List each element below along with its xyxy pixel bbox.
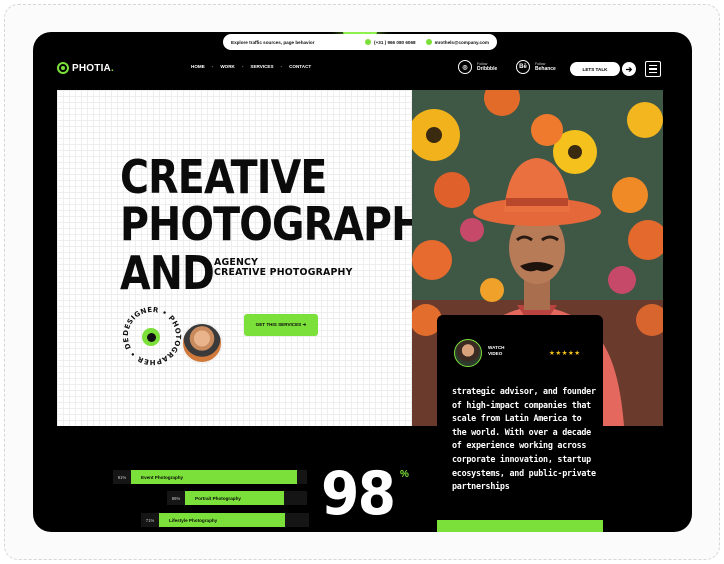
hero-subtitle-line-2: CREATIVE PHOTOGRAPHY bbox=[214, 267, 353, 279]
reviewer-avatar bbox=[454, 339, 482, 367]
rotating-badge[interactable]: DESIGNER • PHOTOGRAPHER • DESIGNER • bbox=[120, 304, 223, 366]
rating-stars-icon: ★★★★★ bbox=[549, 350, 581, 357]
hamburger-menu-icon[interactable] bbox=[645, 61, 661, 77]
stat-suffix: % bbox=[400, 469, 409, 480]
skill-percent: 86% bbox=[167, 491, 185, 505]
nav-item-work[interactable]: WORK bbox=[220, 64, 235, 69]
hero-panel: CREATIVE PHOTOGRAPHY AND AGENCY CREATIVE… bbox=[57, 90, 452, 426]
nav-separator: - bbox=[280, 64, 283, 69]
nav-item-contact[interactable]: CONTACT bbox=[289, 64, 311, 69]
hero-title-line-1: CREATIVE bbox=[120, 150, 327, 204]
skill-track: Lifestyle Photography bbox=[159, 513, 309, 527]
skill-label: Lifestyle Photography bbox=[169, 517, 218, 523]
photographer-avatar bbox=[181, 322, 223, 364]
skill-label: Event Photography bbox=[141, 474, 184, 480]
main-nav: HOME - WORK - SERVICES - CONTACT bbox=[191, 64, 311, 69]
skill-fill: Portrait Photography bbox=[185, 491, 284, 505]
brand-dot: . bbox=[110, 62, 114, 74]
skill-percent: 71% bbox=[141, 513, 159, 527]
play-icon[interactable] bbox=[142, 328, 160, 346]
hero-title-line-2: PHOTOGRAPHY bbox=[120, 197, 452, 251]
nav-item-home[interactable]: HOME bbox=[191, 64, 205, 69]
arrow-right-icon[interactable]: ➔ bbox=[622, 62, 636, 76]
brand-name: PHOTIA bbox=[72, 62, 111, 74]
testimonial-quote: strategic advisor, and founder of high-i… bbox=[452, 386, 596, 492]
card-accent-strip bbox=[437, 520, 603, 532]
website-preview: Explore traffic sources, page behavior (… bbox=[33, 32, 692, 532]
email-address: mrothels@company.com bbox=[434, 39, 489, 45]
nav-separator: - bbox=[211, 64, 214, 69]
follow-dribbble[interactable]: ◎ Follow Dribbble bbox=[458, 60, 497, 74]
email-link[interactable]: mrothels@company.com bbox=[425, 39, 489, 45]
skill-bar-portrait: 86% Portrait Photography bbox=[167, 491, 307, 505]
hero-title-line-3: AND bbox=[120, 246, 215, 300]
hero-subtitle: AGENCY CREATIVE PHOTOGRAPHY bbox=[214, 257, 353, 279]
logo[interactable]: PHOTIA. bbox=[57, 62, 114, 74]
aperture-icon bbox=[57, 62, 69, 74]
nav-item-services[interactable]: SERVICES bbox=[250, 64, 273, 69]
mail-icon bbox=[425, 39, 432, 45]
phone-link[interactable]: (+31 ) 966 080 6068 bbox=[365, 39, 416, 45]
lets-talk-button[interactable]: LETS TALK bbox=[570, 62, 620, 76]
info-bar: Explore traffic sources, page behavior (… bbox=[223, 34, 497, 50]
phone-number: (+31 ) 966 080 6068 bbox=[374, 39, 416, 45]
skill-track: Event Photography bbox=[131, 470, 307, 484]
nav-separator: - bbox=[241, 64, 244, 69]
skill-fill: Lifestyle Photography bbox=[159, 513, 285, 527]
dribbble-icon: ◎ bbox=[458, 60, 472, 74]
skill-bar-lifestyle: 71% Lifestyle Photography bbox=[141, 513, 309, 527]
skill-bar-event: 91% Event Photography bbox=[113, 470, 307, 484]
testimonial-card: WATCH VIDEO ★★★★★ strategic advisor, and… bbox=[437, 315, 603, 515]
get-services-button[interactable]: GET THIS SERVICES ➔ bbox=[244, 314, 318, 336]
phone-icon bbox=[365, 39, 372, 45]
watch-video-link[interactable]: WATCH VIDEO bbox=[488, 345, 510, 357]
skill-fill: Event Photography bbox=[131, 470, 297, 484]
follow-behance[interactable]: Bē Follow Behance bbox=[516, 60, 556, 74]
follow-network: Dribbble bbox=[477, 66, 498, 72]
behance-icon: Bē bbox=[516, 60, 530, 74]
follow-network: Behance bbox=[535, 66, 556, 72]
skill-label: Portrait Photography bbox=[195, 495, 241, 501]
info-bar-text: Explore traffic sources, page behavior bbox=[231, 39, 315, 45]
skill-percent: 91% bbox=[113, 470, 131, 484]
skill-track: Portrait Photography bbox=[185, 491, 307, 505]
stat-number: 98 bbox=[321, 459, 396, 529]
